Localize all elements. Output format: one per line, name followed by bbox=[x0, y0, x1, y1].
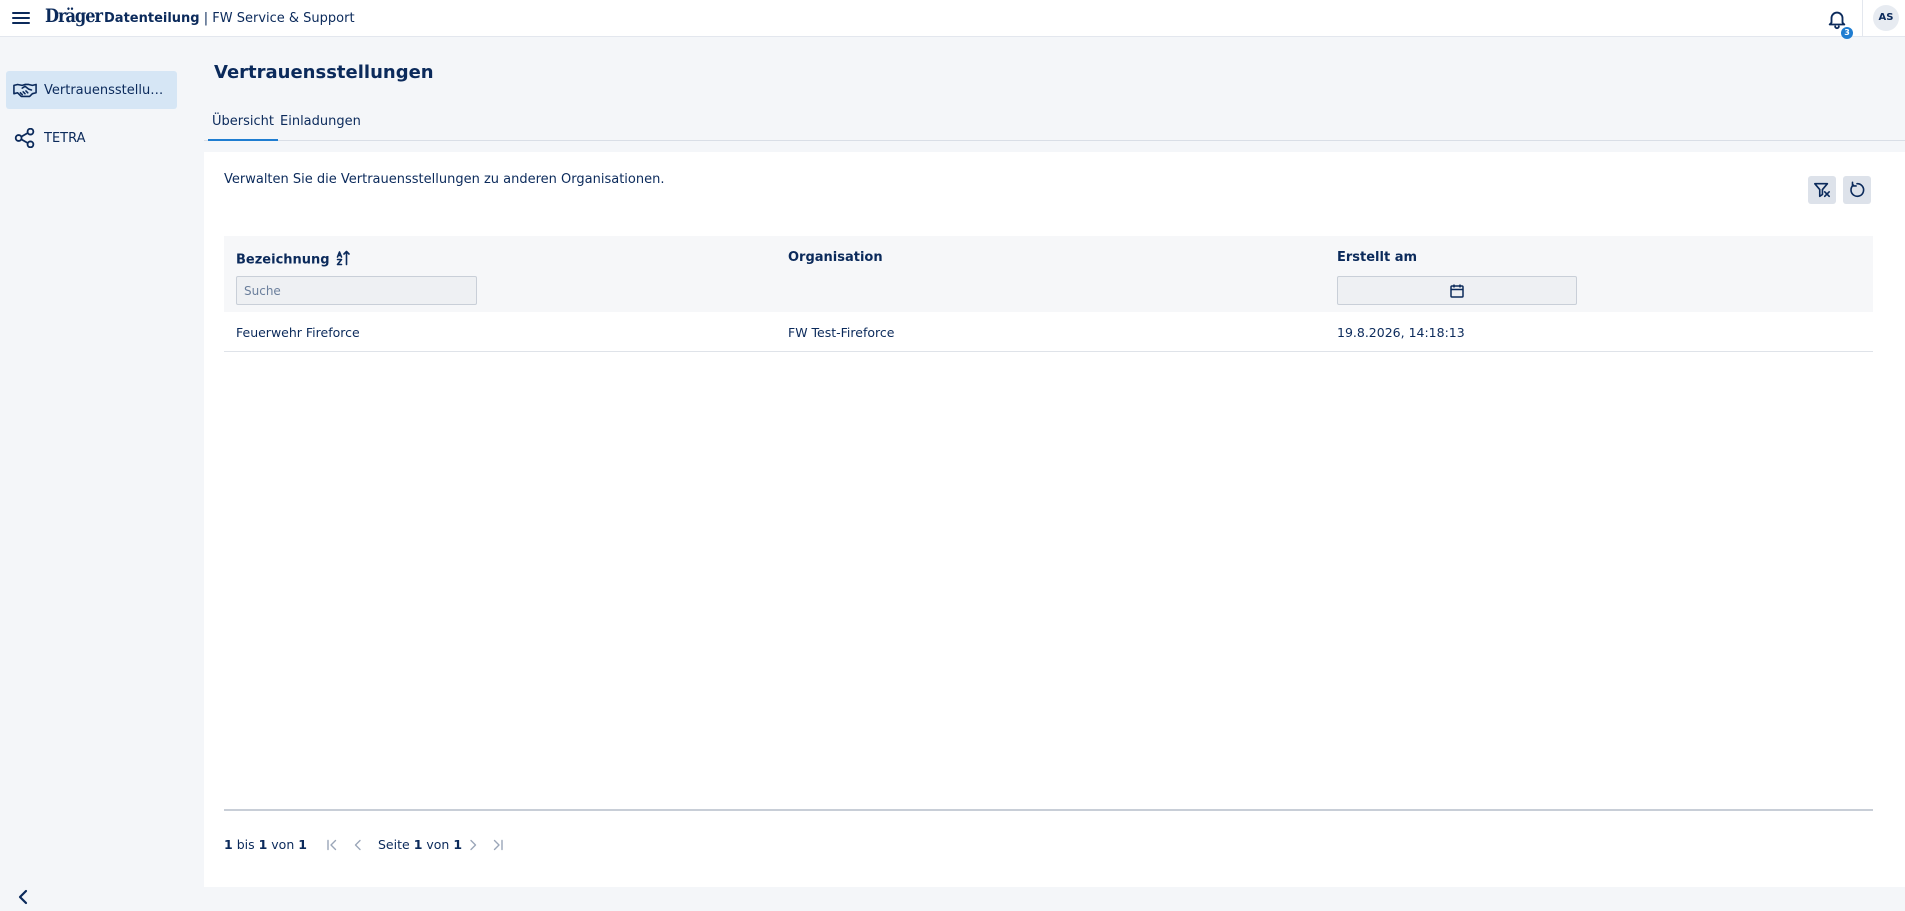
pagination-range: 1 bis 1 von 1 bbox=[224, 837, 307, 852]
range-of-word: von bbox=[271, 837, 295, 852]
page-title: Vertrauensstellungen bbox=[214, 62, 434, 83]
column-header-organisation[interactable]: Organisation bbox=[788, 250, 883, 265]
range-total: 1 bbox=[298, 837, 307, 852]
page-word: Seite bbox=[378, 837, 410, 852]
previous-page-icon[interactable] bbox=[350, 837, 366, 853]
next-page-icon[interactable] bbox=[465, 837, 481, 853]
share-nodes-icon bbox=[13, 128, 37, 148]
app-name: Datenteilung bbox=[104, 11, 200, 26]
range-from: 1 bbox=[224, 837, 233, 852]
top-bar: Dräger Datenteilung | FW Service & Suppo… bbox=[0, 0, 1905, 39]
sidebar-item-vertrauensstellungen[interactable]: Vertrauensstellungen bbox=[6, 71, 177, 109]
calendar-icon bbox=[1450, 284, 1464, 298]
search-input[interactable] bbox=[236, 276, 477, 305]
page-description: Verwalten Sie die Vertrauensstellungen z… bbox=[224, 172, 665, 187]
clear-filter-button[interactable] bbox=[1808, 176, 1836, 204]
refresh-button[interactable] bbox=[1843, 176, 1871, 204]
content-panel: Verwalten Sie die Vertrauensstellungen z… bbox=[204, 152, 1905, 887]
draeger-logo: Dräger bbox=[45, 5, 103, 27]
collapse-sidebar-chevron-left-icon[interactable] bbox=[14, 888, 32, 906]
range-to-word: bis bbox=[236, 837, 255, 852]
app-title: Datenteilung | FW Service & Support bbox=[104, 11, 355, 26]
pagination: 1 bis 1 von 1 Seite 1 von 1 bbox=[224, 835, 624, 855]
page-indicator: Seite 1 von 1 bbox=[378, 837, 462, 852]
sort-alpha-icon[interactable] bbox=[336, 250, 350, 270]
table-header: Bezeichnung Organisation Erstellt am bbox=[224, 236, 1873, 312]
column-header-erstellt-am[interactable]: Erstellt am bbox=[1337, 250, 1417, 265]
range-to: 1 bbox=[258, 837, 268, 852]
page-of-word: von bbox=[426, 837, 450, 852]
refresh-icon bbox=[1850, 181, 1865, 198]
date-filter-input[interactable] bbox=[1337, 276, 1577, 305]
cell-bezeichnung: Feuerwehr Fireforce bbox=[236, 325, 360, 340]
column-header-bezeichnung[interactable]: Bezeichnung bbox=[236, 250, 350, 270]
app-context: FW Service & Support bbox=[212, 11, 355, 26]
sidebar-item-label: Vertrauensstellungen bbox=[44, 82, 169, 98]
tab-uebersicht[interactable]: Übersicht bbox=[208, 114, 278, 141]
sidebar: Vertrauensstellungen TETRA bbox=[0, 37, 186, 911]
last-page-icon[interactable] bbox=[490, 837, 506, 853]
hamburger-menu-icon[interactable] bbox=[12, 10, 30, 26]
cell-erstellt-am: 19.8.2026, 14:18:13 bbox=[1337, 325, 1465, 340]
total-pages: 1 bbox=[453, 837, 463, 852]
filter-clear-icon bbox=[1813, 182, 1831, 198]
sidebar-item-label: TETRA bbox=[44, 130, 86, 146]
tab-einladungen[interactable]: Einladungen bbox=[276, 114, 365, 141]
first-page-icon[interactable] bbox=[324, 837, 340, 853]
header-divider bbox=[1862, 0, 1863, 36]
table-footer-divider bbox=[224, 809, 1873, 811]
user-avatar[interactable]: AS bbox=[1873, 5, 1899, 31]
sidebar-item-tetra[interactable]: TETRA bbox=[6, 119, 177, 157]
tab-bar: Übersicht Einladungen bbox=[204, 108, 1905, 141]
handshake-icon bbox=[13, 80, 37, 100]
title-separator: | bbox=[199, 11, 213, 26]
cell-organisation: FW Test-Fireforce bbox=[788, 325, 895, 340]
table-row[interactable]: Feuerwehr Fireforce FW Test-Fireforce 19… bbox=[224, 312, 1873, 352]
column-label: Bezeichnung bbox=[236, 252, 330, 268]
current-page: 1 bbox=[413, 837, 423, 852]
notification-badge: 3 bbox=[1841, 27, 1853, 39]
